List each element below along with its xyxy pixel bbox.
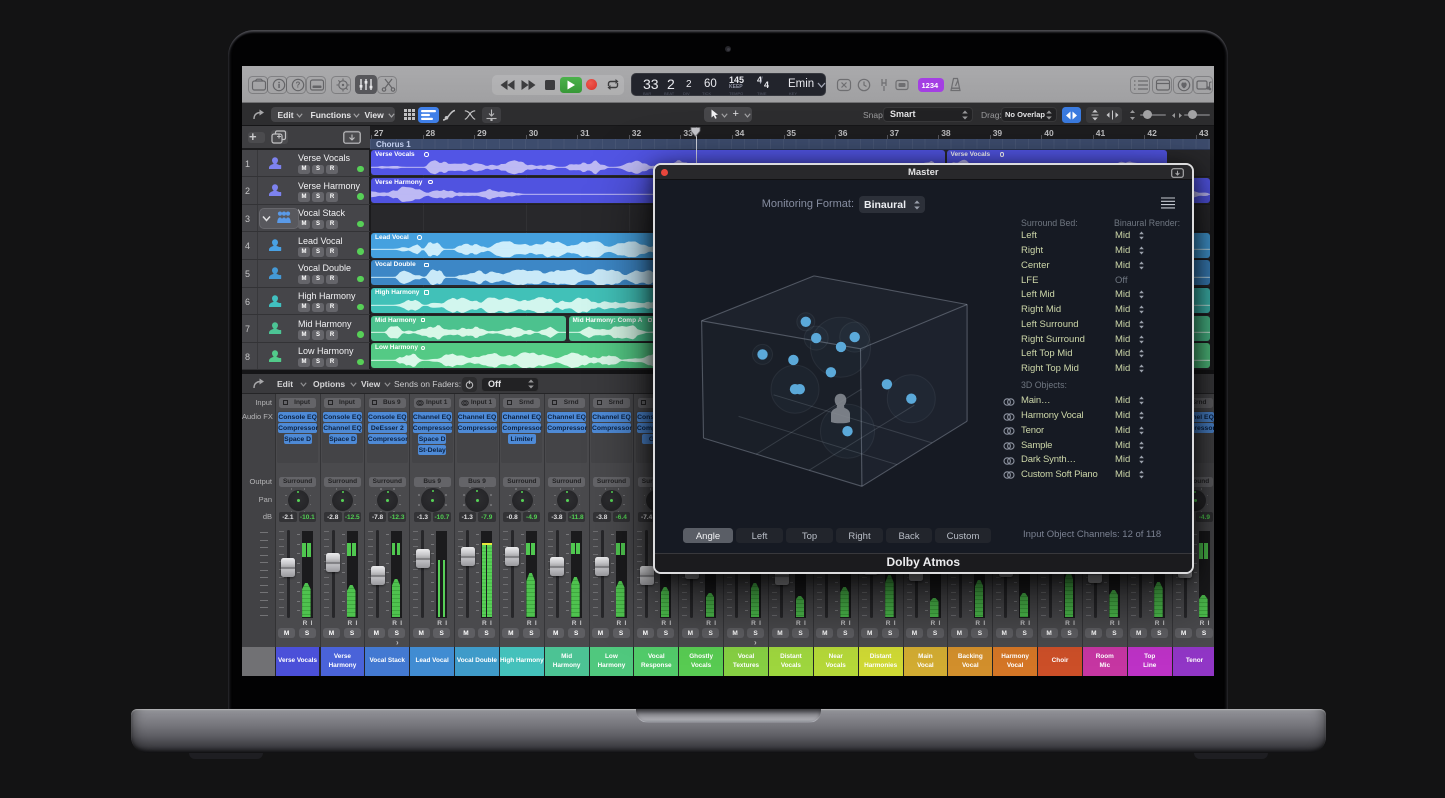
svg-text:?: ? bbox=[296, 81, 301, 90]
